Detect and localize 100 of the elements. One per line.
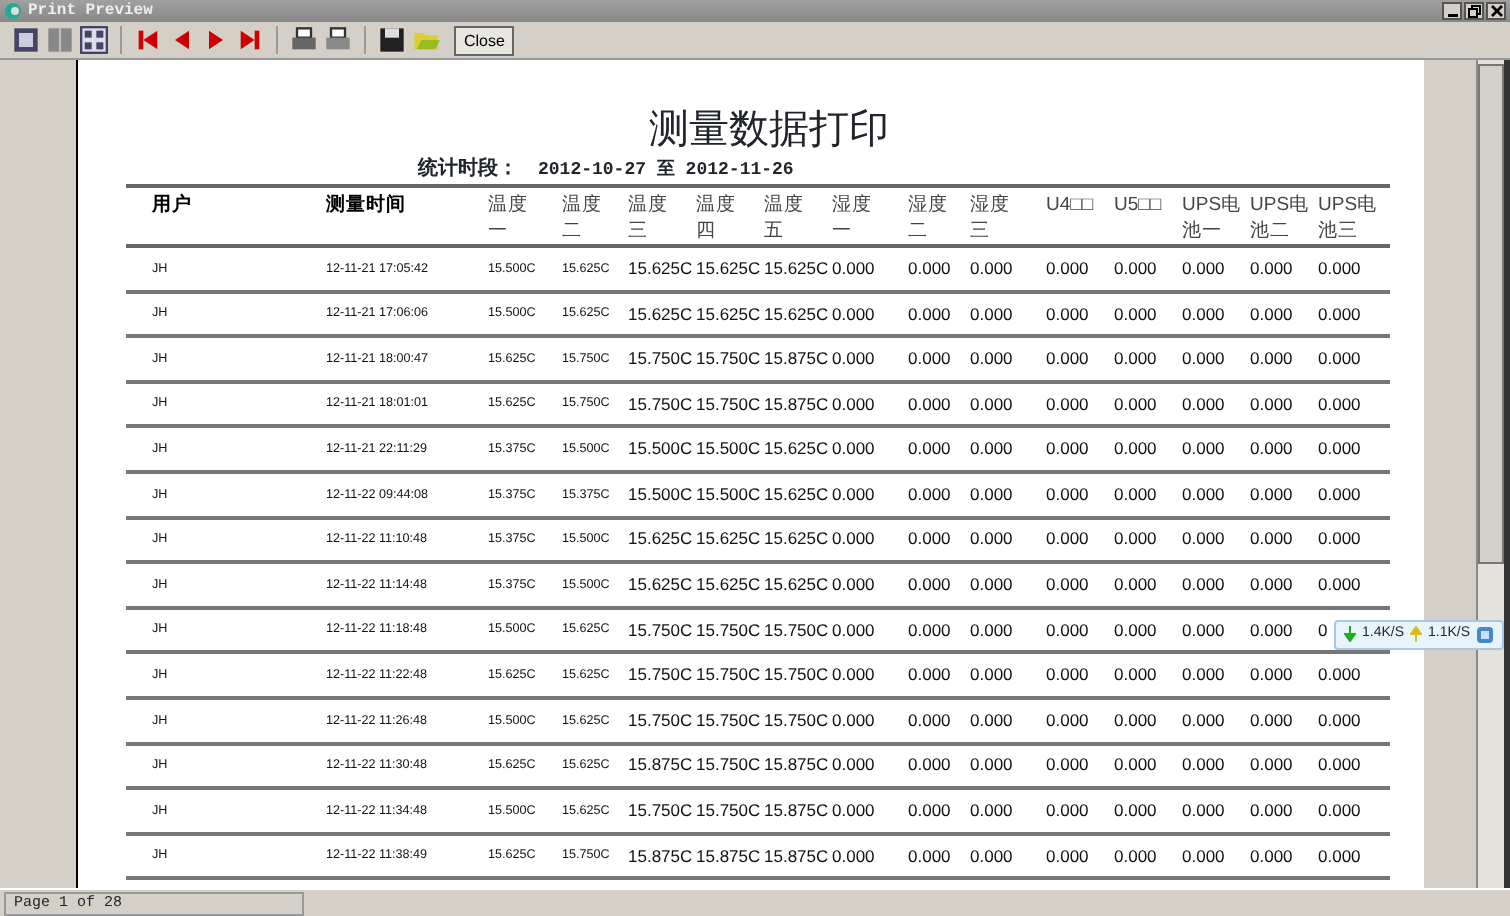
table-cell: 0.000 xyxy=(1250,788,1318,834)
report-title: 测量数据打印 xyxy=(647,106,891,156)
last-page-icon[interactable] xyxy=(236,26,264,54)
table-cell: 0.000 xyxy=(1318,833,1390,879)
table-cell: 0.000 xyxy=(1114,426,1182,472)
table-cell: 0.000 xyxy=(908,562,970,608)
table-cell: 0.000 xyxy=(970,336,1046,382)
vertical-scrollbar[interactable] xyxy=(1476,60,1510,888)
table-cell: 15.625C xyxy=(764,471,832,518)
table-cell: 15.500C xyxy=(628,471,696,518)
table-cell: 0.000 xyxy=(1182,788,1250,834)
table-cell: 15.750C xyxy=(628,336,696,382)
column-header: 温度四 xyxy=(696,192,736,244)
table-cell: 0.000 xyxy=(832,743,908,789)
first-page-icon[interactable] xyxy=(134,26,162,54)
table-cell: 0.000 xyxy=(1250,743,1318,789)
close-button[interactable] xyxy=(1486,2,1506,20)
minimize-button[interactable] xyxy=(1442,2,1462,20)
table-cell: 0.000 xyxy=(1182,291,1250,337)
close-icon xyxy=(1489,4,1503,18)
table-cell: 0.000 xyxy=(1114,471,1182,518)
table-cell: 0.000 xyxy=(832,426,908,472)
save-icon[interactable] xyxy=(378,26,406,54)
table-cell: 0.000 xyxy=(1046,517,1114,563)
upload-arrow-icon xyxy=(1410,626,1423,643)
table-cell: 15.625C xyxy=(764,426,832,472)
table-cell: 0.000 xyxy=(1114,743,1182,789)
table-cell: 0.000 xyxy=(1250,291,1318,337)
column-header: 测量时间 xyxy=(326,192,406,218)
column-header: 湿度二 xyxy=(908,192,948,244)
table-cell: 0.000 xyxy=(1182,381,1250,427)
table-cell: 15.625C xyxy=(628,246,696,292)
table-cell: 15.750C xyxy=(764,652,832,698)
table-cell: 15.750C xyxy=(628,607,696,653)
table-cell: 0.000 xyxy=(1046,788,1114,834)
table-cell: 0.000 xyxy=(832,291,908,337)
table-cell: 0.000 xyxy=(1318,336,1390,382)
table-cell: 0.000 xyxy=(970,697,1046,744)
column-header: U4□□ xyxy=(1046,192,1094,218)
table-cell: 0.000 xyxy=(970,517,1046,563)
table-cell: 0.000 xyxy=(1046,246,1114,292)
table-cell: 0.000 xyxy=(1114,246,1182,292)
table-cell: 0.000 xyxy=(1114,607,1182,653)
table-cell: 0.000 xyxy=(1046,471,1114,518)
table-cell: 0.000 xyxy=(1182,652,1250,698)
table-cell: 0.000 xyxy=(908,833,970,879)
table-cell: 0.000 xyxy=(1318,246,1390,292)
table-cell: 0.000 xyxy=(908,471,970,518)
table-cell: 15.875C xyxy=(696,833,764,879)
table-cell: 15.875C xyxy=(764,381,832,427)
table-cell: 0.000 xyxy=(1182,426,1250,472)
table-cell: 0.000 xyxy=(1318,697,1390,744)
table-cell: 0.000 xyxy=(1318,517,1390,563)
table-cell: 15.875C xyxy=(764,743,832,789)
table-cell: 0.000 xyxy=(1182,471,1250,518)
table-cell: 0.000 xyxy=(1114,291,1182,337)
table-cell: 0.000 xyxy=(1046,381,1114,427)
column-header: UPS电池三 xyxy=(1318,192,1380,244)
multi-page-icon[interactable] xyxy=(80,26,108,54)
table-cell: 0.000 xyxy=(970,607,1046,653)
column-header: 温度一 xyxy=(488,192,528,244)
table-cell: 0.000 xyxy=(1182,562,1250,608)
table-cell: 0.000 xyxy=(1114,697,1182,744)
table-cell: 0.000 xyxy=(1114,562,1182,608)
app-icon xyxy=(4,2,22,20)
close-button[interactable]: Close xyxy=(454,25,515,55)
table-cell: 0.000 xyxy=(1250,652,1318,698)
table-cell: 0.000 xyxy=(1046,426,1114,472)
table-cell: 0.000 xyxy=(1046,291,1114,337)
table-cell: 0.000 xyxy=(1114,833,1182,879)
table-cell: 15.625C xyxy=(628,517,696,563)
table-cell: 0.000 xyxy=(1250,562,1318,608)
table-cell: 0.000 xyxy=(1250,381,1318,427)
table-cell: 0.000 xyxy=(1250,246,1318,292)
printer-icon[interactable] xyxy=(290,26,318,54)
table-cell: 15.750C xyxy=(628,697,696,744)
table-cell: 15.875C xyxy=(764,833,832,879)
table-cell: 0.000 xyxy=(970,426,1046,472)
table-cell: 15.750C xyxy=(628,788,696,834)
table-cell: 0.000 xyxy=(832,381,908,427)
table-cell: 0.000 xyxy=(1318,291,1390,337)
table-cell: 0.000 xyxy=(970,246,1046,292)
single-page-icon[interactable] xyxy=(12,26,40,54)
column-header: UPS电池一 xyxy=(1182,192,1244,244)
table-cell: 15.500C xyxy=(628,426,696,472)
table-cell: 15.750C xyxy=(696,381,764,427)
table-cell: 0.000 xyxy=(1318,788,1390,834)
table-cell: 0.000 xyxy=(970,743,1046,789)
table-cell: 0.000 xyxy=(832,833,908,879)
table-cell: 0.000 xyxy=(1182,246,1250,292)
table-cell: 0.000 xyxy=(908,743,970,789)
widget-icon[interactable] xyxy=(1476,625,1495,644)
table-cell: 0.000 xyxy=(1046,607,1114,653)
printer-icon[interactable] xyxy=(324,26,352,54)
restore-icon xyxy=(1467,4,1481,18)
restore-button[interactable] xyxy=(1464,2,1484,20)
table-cell: 0.000 xyxy=(908,336,970,382)
table-cell: 0.000 xyxy=(1250,517,1318,563)
table-cell: 0.000 xyxy=(832,517,908,563)
table-cell: 0.000 xyxy=(832,697,908,744)
